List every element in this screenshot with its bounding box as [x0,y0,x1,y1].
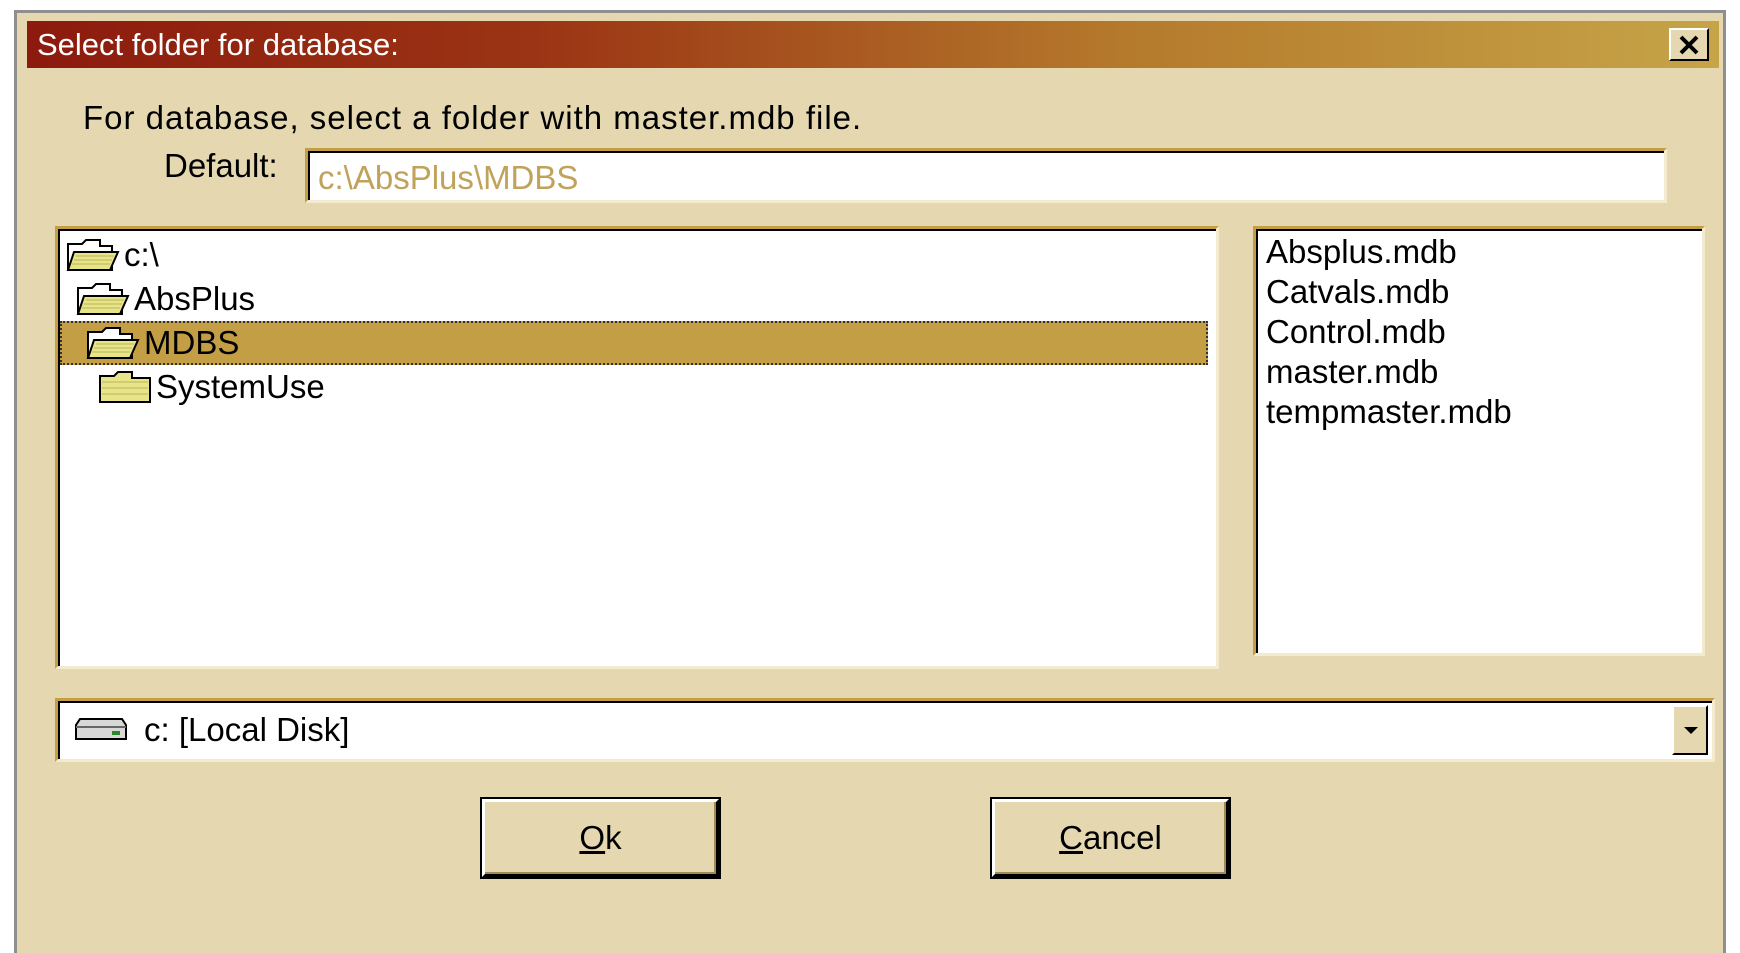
default-path-field[interactable]: c:\AbsPlus\MDBS [305,148,1667,203]
tree-item-systemuse[interactable]: SystemUse [98,365,698,409]
file-item[interactable]: Absplus.mdb [1266,233,1457,271]
tree-item-label: AbsPlus [134,280,256,317]
tree-item-mdbs[interactable]: MDBS [60,321,1208,365]
tree-item-absplus[interactable]: AbsPlus [76,277,676,321]
tree-item-label: MDBS [144,324,240,361]
tree-item-label: c:\ [124,236,159,273]
open-folder-icon [76,282,130,316]
file-item[interactable]: master.mdb [1266,353,1438,391]
default-path-value: c:\AbsPlus\MDBS [318,159,579,196]
cancel-mnemonic: C [1059,819,1083,856]
drive-select[interactable]: c: [Local Disk] [55,698,1715,762]
dialog-title: Select folder for database: [37,27,399,62]
ok-label-rest: k [605,819,622,856]
close-icon [1677,31,1701,62]
ok-mnemonic: O [579,819,606,856]
default-label: Default: [164,147,278,184]
tree-item-c-root[interactable]: c:\ [66,233,666,277]
instruction-text: For database, select a folder with maste… [83,99,863,136]
drive-dropdown-button[interactable] [1672,705,1708,755]
cancel-button[interactable]: Cancel [990,797,1231,879]
file-item[interactable]: Catvals.mdb [1266,273,1449,311]
chevron-down-icon [1684,727,1698,734]
closed-folder-icon [98,370,152,404]
folder-tree[interactable]: c:\ AbsPlus MDBS SystemUse [55,226,1219,669]
drive-icon [74,715,128,743]
file-item[interactable]: tempmaster.mdb [1266,393,1512,431]
title-bar[interactable]: Select folder for database: [27,21,1719,68]
select-folder-dialog: Select folder for database: For database… [14,10,1726,953]
ok-button[interactable]: Ok [480,797,721,879]
open-folder-icon [86,326,140,360]
cancel-label-rest: ancel [1082,819,1162,856]
close-button[interactable] [1669,28,1709,61]
tree-item-label: SystemUse [156,368,325,405]
open-folder-icon [66,238,120,272]
file-list[interactable]: Absplus.mdb Catvals.mdb Control.mdb mast… [1253,226,1705,656]
drive-value: c: [Local Disk] [144,711,350,748]
file-item[interactable]: Control.mdb [1266,313,1446,351]
